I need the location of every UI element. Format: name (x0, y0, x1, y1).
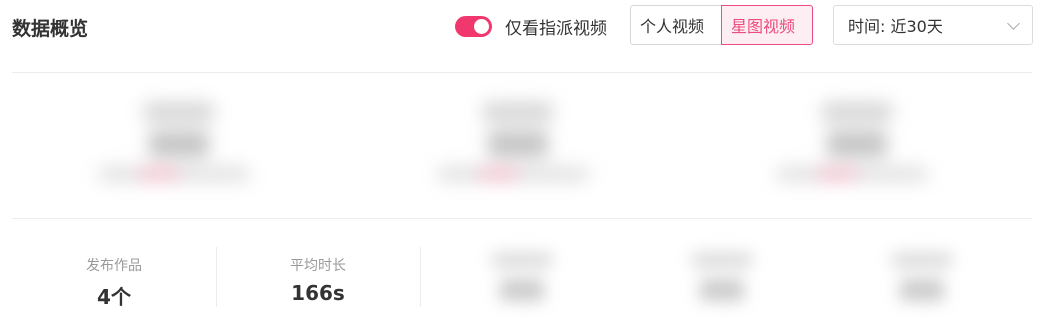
stat-value: 4个 (97, 285, 131, 309)
blurred-stat (462, 247, 582, 317)
stat-label: 平均时长 (290, 258, 346, 274)
panel-header: 数据概览 仅看指派视频 个人视频 星图视频 时间: 近30天 (12, 0, 1033, 73)
time-range-value: 时间: 近30天 (848, 17, 943, 36)
data-overview-panel: 数据概览 仅看指派视频 个人视频 星图视频 时间: 近30天 发布作品 4个 平… (0, 0, 1040, 334)
time-range-select[interactable]: 时间: 近30天 (833, 5, 1033, 45)
blurred-metric-card (89, 91, 259, 201)
personal-video-tab[interactable]: 个人视频 (630, 5, 721, 45)
chevron-down-icon (1007, 17, 1020, 30)
assigned-video-toggle-label[interactable]: 仅看指派视频 (505, 14, 607, 39)
stats-row: 发布作品 4个 平均时长 166s (12, 219, 1032, 334)
assigned-video-toggle-group[interactable]: 仅看指派视频 (455, 14, 607, 39)
panel-title: 数据概览 (12, 18, 89, 40)
blurred-metric-card (428, 91, 598, 201)
blurred-stat (862, 247, 982, 317)
video-type-segmented-control: 个人视频 星图视频 (630, 5, 813, 45)
xingtu-video-tab[interactable]: 星图视频 (721, 5, 813, 45)
stat-average-duration: 平均时长 166s (216, 249, 420, 309)
stat-divider (420, 247, 421, 307)
blurred-metric-card (767, 91, 937, 201)
stat-label: 发布作品 (86, 258, 142, 274)
blurred-stat (662, 247, 782, 317)
assigned-video-toggle[interactable] (455, 15, 492, 37)
toggle-knob (474, 18, 489, 34)
blurred-metrics-row (12, 73, 1032, 219)
stat-value: 166s (291, 281, 345, 305)
stat-published-works: 发布作品 4个 (12, 249, 216, 309)
